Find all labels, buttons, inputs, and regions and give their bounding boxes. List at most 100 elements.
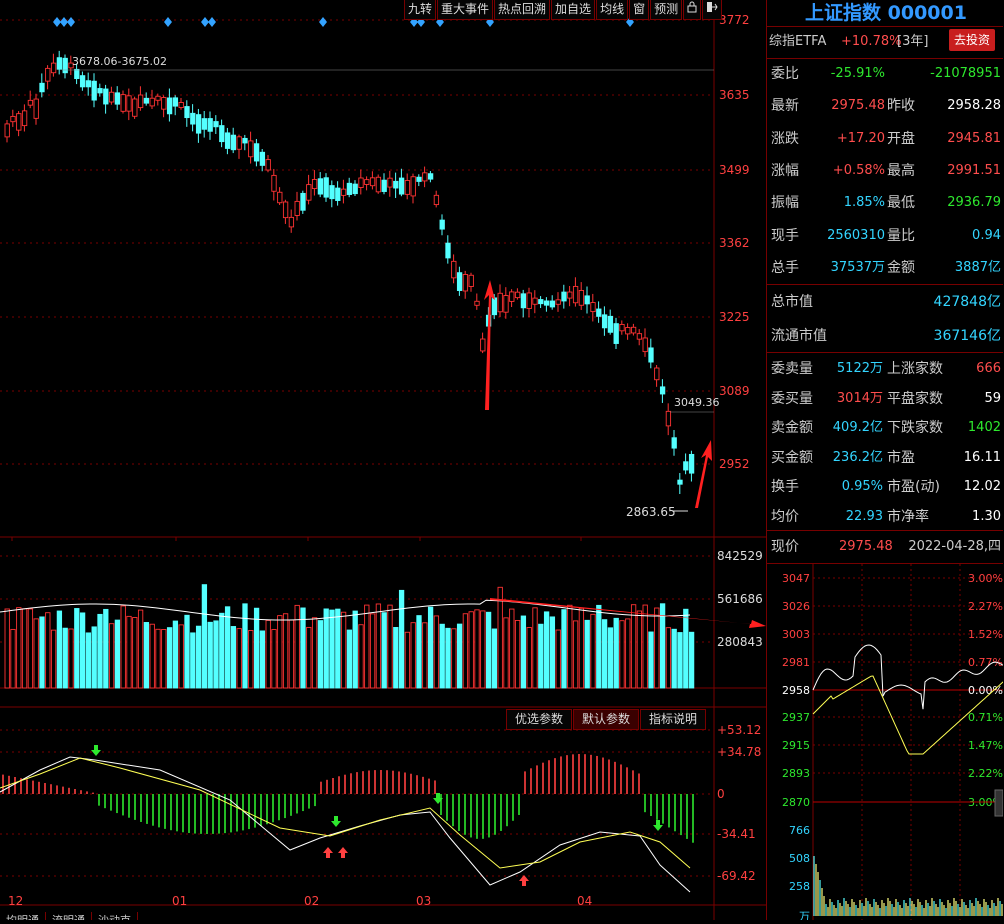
exit-icon[interactable] bbox=[702, 0, 723, 20]
volume-bar bbox=[317, 620, 324, 689]
quote-label: 卖金额 bbox=[771, 420, 813, 436]
candle-body bbox=[358, 177, 364, 188]
float-market-value-label: 流通市值 bbox=[771, 328, 827, 344]
quote-label: 换手 bbox=[771, 479, 799, 495]
quote-label: 金额 bbox=[887, 259, 915, 276]
major-events-button[interactable]: 重大事件 bbox=[437, 0, 494, 20]
current-price-label: 现价 bbox=[771, 539, 799, 555]
forecast-button[interactable]: 预测 bbox=[650, 0, 683, 20]
tab-default-params[interactable]: 默认参数 bbox=[573, 709, 640, 730]
intraday-volume-tick: 766 bbox=[789, 824, 810, 837]
volume-bar bbox=[27, 608, 34, 689]
macd-tick: 0 bbox=[717, 787, 725, 801]
candle-body bbox=[561, 291, 567, 302]
candle-body bbox=[62, 57, 68, 74]
scroll-handle bbox=[994, 789, 1003, 817]
candle-body bbox=[265, 159, 271, 171]
candle-body bbox=[126, 95, 132, 112]
tab-indicator-help[interactable]: 指标说明 bbox=[640, 709, 707, 730]
candle-body bbox=[671, 437, 677, 449]
intraday-price-tick: 2870 bbox=[782, 796, 810, 809]
sell-signal-arrow-icon bbox=[331, 816, 341, 827]
month-label: 03 bbox=[416, 894, 431, 908]
quote-label: 总手 bbox=[771, 259, 799, 276]
candle-body bbox=[462, 274, 469, 292]
volume-bar bbox=[462, 613, 469, 689]
candle-body bbox=[190, 112, 196, 125]
etf-change: +10.78% bbox=[841, 34, 902, 49]
moving-average-button[interactable]: 均线 bbox=[596, 0, 629, 20]
volume-bar bbox=[103, 608, 109, 689]
candle-body bbox=[10, 115, 16, 123]
candle-body bbox=[584, 295, 590, 305]
bottom-tab[interactable]: 均明通 bbox=[0, 912, 46, 920]
candle-body bbox=[572, 285, 579, 304]
buy-signal-arrow-icon bbox=[519, 875, 529, 886]
hotspot-review-button[interactable]: 热点回溯 bbox=[494, 0, 551, 20]
volume-bar bbox=[642, 604, 648, 689]
price-tick: 2952 bbox=[719, 457, 750, 471]
window-button[interactable]: 窗 bbox=[629, 0, 650, 20]
candle-body bbox=[619, 323, 625, 332]
volume-tick: 280843 bbox=[717, 635, 763, 649]
volume-bar bbox=[369, 613, 376, 689]
lock-icon[interactable] bbox=[683, 0, 702, 20]
add-watchlist-button[interactable]: 加自选 bbox=[551, 0, 596, 20]
candle-body bbox=[433, 194, 440, 206]
volume-bar bbox=[520, 615, 527, 689]
volume-bar bbox=[201, 584, 208, 689]
jiuzhuan-button[interactable]: 九转 bbox=[404, 0, 437, 20]
kline-chart-area[interactable]: 3772 3635 3499 3362 3225 3089 2952 842529 561686… bbox=[0, 0, 766, 920]
candle-body bbox=[555, 299, 561, 305]
volume-bar bbox=[277, 615, 283, 689]
volume-bar bbox=[97, 613, 103, 689]
candle-body bbox=[207, 118, 213, 132]
volume-bar bbox=[79, 612, 86, 689]
volume-bar bbox=[613, 617, 619, 689]
quote-value: 2936.79 bbox=[947, 195, 1001, 211]
float-market-value-row: 流通市值 367146亿 bbox=[767, 320, 1003, 352]
candle-body bbox=[451, 260, 457, 279]
volume-bar bbox=[161, 629, 167, 689]
intraday-pct-tick: 0.00% bbox=[968, 684, 1003, 697]
indicator-tabs: 优选参数 默认参数 指标说明 bbox=[506, 709, 707, 730]
candle-body bbox=[630, 326, 637, 334]
intraday-chart[interactable]: 3047 3.00%3026 2.27%3003 1.52%2981 0.77%2958… bbox=[767, 564, 1003, 920]
volume-bar bbox=[578, 607, 585, 689]
volume-bar bbox=[335, 608, 341, 689]
bottom-tab[interactable]: 沙动克 bbox=[92, 912, 138, 920]
candle-body bbox=[532, 297, 538, 305]
volume-bar bbox=[427, 606, 434, 689]
candle-body bbox=[549, 300, 556, 308]
quote-row: 委比 -25.91% -21078951 bbox=[767, 58, 1003, 88]
volume-bar bbox=[497, 586, 503, 689]
candle-body bbox=[184, 106, 190, 119]
volume-bar bbox=[114, 619, 121, 689]
candle-body bbox=[509, 291, 515, 302]
candle-body bbox=[665, 410, 672, 427]
candle-body bbox=[369, 177, 376, 187]
candle-body bbox=[607, 315, 614, 333]
candle-body bbox=[416, 176, 422, 182]
intraday-volume-tick: 508 bbox=[789, 852, 810, 865]
candle-body bbox=[398, 177, 405, 195]
intraday-price-tick: 2937 bbox=[782, 711, 810, 724]
kline-chart[interactable]: 3772 3635 3499 3362 3225 3089 2952 842529 561686… bbox=[0, 0, 766, 920]
total-market-value: 427848亿 bbox=[933, 294, 1001, 310]
candle-body bbox=[497, 292, 503, 313]
invest-button[interactable]: 去投资 bbox=[949, 29, 996, 51]
candle-body bbox=[288, 216, 295, 228]
volume-bar bbox=[68, 628, 74, 689]
volume-bar bbox=[474, 609, 480, 689]
candle-body bbox=[538, 299, 544, 305]
macd-tick: -34.41 bbox=[717, 827, 756, 841]
volume-bar bbox=[572, 620, 579, 689]
quote-value: 2945.81 bbox=[947, 130, 1001, 146]
volume-bar bbox=[671, 628, 677, 689]
bottom-tab[interactable]: 流明通 bbox=[46, 912, 92, 920]
candle-body bbox=[39, 82, 45, 93]
candle-body bbox=[364, 179, 370, 185]
candle-body bbox=[642, 337, 648, 353]
volume-bar bbox=[648, 631, 654, 689]
tab-optimal-params[interactable]: 优选参数 bbox=[506, 709, 573, 730]
